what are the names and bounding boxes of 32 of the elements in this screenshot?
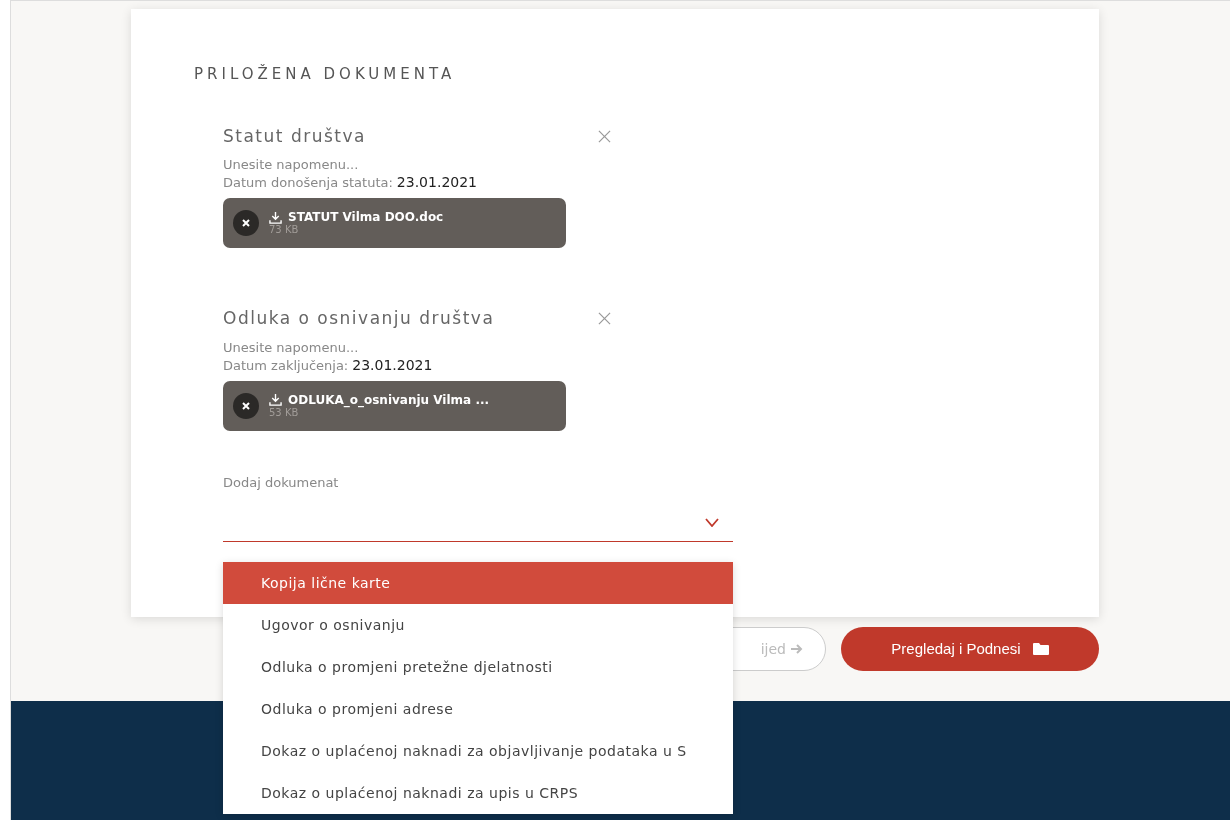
- date-label: Datum donošenja statuta:: [223, 174, 393, 192]
- section-title: PRILOŽENA DOKUMENTA: [194, 63, 457, 85]
- dropdown-option[interactable]: Kopija lične karte: [223, 562, 733, 604]
- arrow-right-icon: [790, 643, 803, 655]
- folder-icon: [1032, 643, 1049, 655]
- file-name[interactable]: ODLUKA_o_osnivanju Vilma ...: [288, 392, 490, 407]
- dropdown-option[interactable]: Odluka o promjeni adrese: [223, 688, 733, 730]
- close-icon[interactable]: [598, 129, 611, 143]
- dropdown-option[interactable]: Odluka o promjeni pretežne djelatnosti: [223, 646, 733, 688]
- dropdown-option[interactable]: Dokaz o uplaćenoj naknadi za upis u CRPS: [223, 772, 733, 814]
- chevron-icon[interactable]: [705, 518, 719, 527]
- date-value: 23.01.2021: [352, 355, 433, 374]
- file-name[interactable]: STATUT Vilma DOO.doc: [288, 210, 444, 224]
- dropdown-option[interactable]: Dokaz o uplaćenoj naknadi za objavljivanje podataka u S: [223, 730, 733, 772]
- document-title: Statut društva: [223, 124, 366, 148]
- dropdown-option[interactable]: Ugovor o osnivanju: [223, 604, 733, 646]
- remove-file-button[interactable]: [233, 392, 259, 419]
- download-icon[interactable]: [269, 393, 282, 406]
- download-icon[interactable]: [269, 210, 282, 224]
- close-icon: [242, 401, 250, 410]
- file-size: 53 KB: [269, 406, 299, 419]
- close-icon[interactable]: [598, 312, 611, 326]
- note-placeholder[interactable]: Unesite napomenu...: [223, 339, 359, 356]
- note-placeholder[interactable]: Unesite napomenu...: [223, 157, 359, 173]
- date-value: 23.01.2021: [396, 173, 478, 191]
- file-size: 73 KB: [269, 224, 300, 236]
- document-title: Odluka o osnivanju društva: [223, 307, 495, 330]
- submit-button[interactable]: Pregledaj i Podnesi: [841, 627, 1099, 671]
- field-label: Dodaj dokumenat: [223, 473, 340, 492]
- remove-file-button[interactable]: [233, 210, 259, 236]
- date-label: Datum zaključenja:: [223, 356, 349, 375]
- close-icon: [242, 219, 250, 227]
